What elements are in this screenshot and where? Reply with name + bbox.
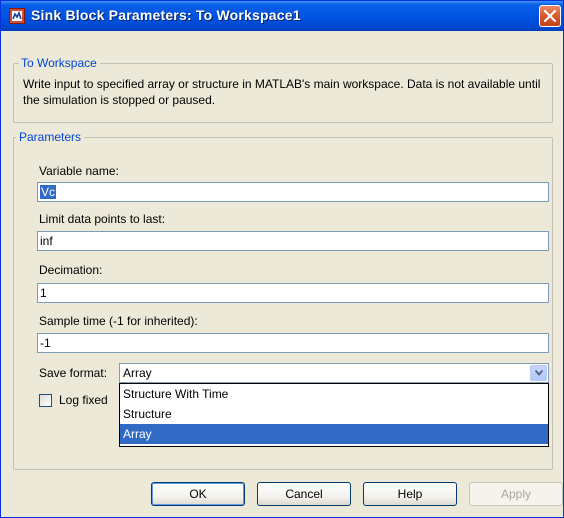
save-format-select[interactable]: Array xyxy=(119,363,549,383)
decimation-input[interactable]: 1 xyxy=(37,283,549,303)
save-format-label: Save format: xyxy=(39,366,108,380)
help-button[interactable]: Help xyxy=(363,482,457,506)
dropdown-button[interactable] xyxy=(530,365,547,381)
variable-name-label: Variable name: xyxy=(39,164,119,178)
log-fixed-label: Log fixed xyxy=(59,393,108,407)
chevron-down-icon xyxy=(535,370,543,376)
dropdown-option-structure[interactable]: Structure xyxy=(120,404,548,424)
save-format-value: Array xyxy=(123,366,152,380)
limit-points-label: Limit data points to last: xyxy=(39,212,166,226)
group-legend-parameters: Parameters xyxy=(16,130,85,144)
save-format-dropdown-list: Structure With Time Structure Array xyxy=(119,383,549,447)
sample-time-label: Sample time (-1 for inherited): xyxy=(39,314,198,328)
log-fixed-checkbox[interactable] xyxy=(39,394,52,407)
variable-name-value: Vc xyxy=(40,185,57,199)
close-icon xyxy=(544,10,556,22)
simulink-block-icon xyxy=(9,8,25,24)
variable-name-input[interactable]: Vc xyxy=(37,182,549,202)
apply-button[interactable]: Apply xyxy=(469,482,563,506)
ok-button[interactable]: OK xyxy=(151,482,245,506)
decimation-label: Decimation: xyxy=(39,263,103,277)
title-bar[interactable]: Sink Block Parameters: To Workspace1 xyxy=(1,1,563,31)
dialog-window: Sink Block Parameters: To Workspace1 To … xyxy=(0,0,564,518)
block-description: Write input to specified array or struct… xyxy=(23,77,541,107)
limit-points-input[interactable]: inf xyxy=(37,231,549,251)
window-title: Sink Block Parameters: To Workspace1 xyxy=(31,7,301,23)
dropdown-option-array[interactable]: Array xyxy=(120,424,548,444)
sample-time-input[interactable]: -1 xyxy=(37,333,549,353)
cancel-button[interactable]: Cancel xyxy=(257,482,351,506)
group-legend-to-workspace: To Workspace xyxy=(18,56,100,70)
dropdown-option-structure-with-time[interactable]: Structure With Time xyxy=(120,384,548,404)
close-button[interactable] xyxy=(539,5,561,27)
